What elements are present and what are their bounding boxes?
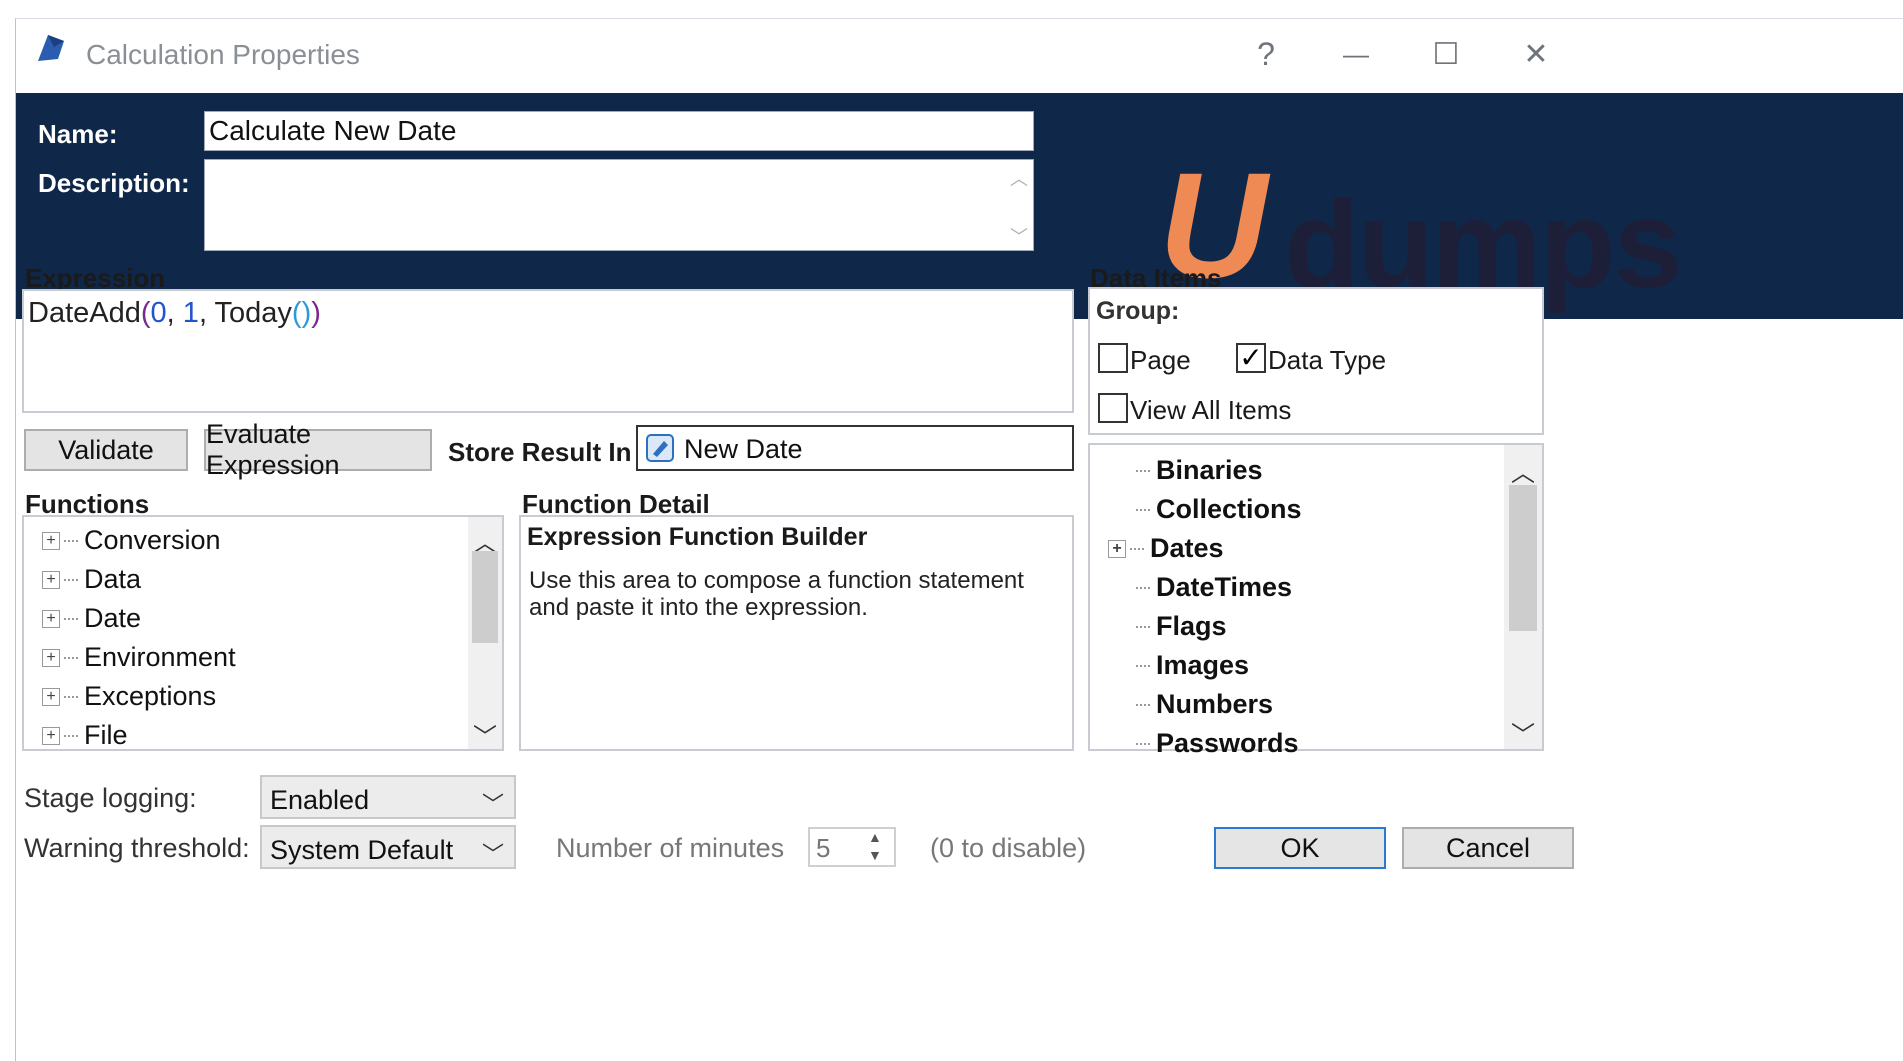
stage-logging-label: Stage logging:: [24, 783, 197, 813]
validate-button[interactable]: Validate: [24, 429, 188, 471]
tree-item[interactable]: + Conversion: [42, 525, 221, 556]
store-result-value: New Date: [684, 434, 803, 464]
page-checkbox[interactable]: [1098, 343, 1128, 373]
data-items-group-panel: Group: Page ✓ Data Type View All Items: [1088, 287, 1544, 435]
stepper-down-icon[interactable]: ▼: [868, 847, 882, 863]
functions-tree[interactable]: + Conversion + Data + Date + Environment + Ex…: [22, 515, 504, 751]
functions-scrollbar[interactable]: ︿ ﹀: [468, 517, 502, 752]
description-scroll-up-icon[interactable]: ︿: [1010, 165, 1028, 191]
expand-icon[interactable]: +: [42, 726, 60, 745]
tree-item[interactable]: + File: [42, 720, 128, 751]
expand-icon[interactable]: +: [42, 648, 60, 667]
expand-icon[interactable]: +: [42, 687, 60, 706]
function-detail-heading: Expression Function Builder: [527, 523, 868, 551]
data-type-checkbox-label: Data Type: [1268, 345, 1387, 375]
expand-icon[interactable]: +: [42, 570, 60, 589]
function-detail-panel: Expression Function Builder Use this are…: [519, 515, 1074, 751]
expand-icon[interactable]: +: [42, 531, 60, 550]
tree-item[interactable]: Numbers: [1114, 689, 1273, 720]
window-title: Calculation Properties: [86, 39, 360, 70]
stage-logging-value: Enabled: [270, 785, 370, 815]
app-logo-icon: [38, 35, 64, 61]
disable-hint: (0 to disable): [930, 833, 1087, 863]
scroll-thumb[interactable]: [1509, 485, 1537, 631]
expression-editor[interactable]: DateAdd(0, 1, Today()): [22, 289, 1074, 413]
minutes-stepper[interactable]: 5 ▲ ▼: [808, 827, 896, 867]
stage-logging-select[interactable]: Enabled ﹀: [260, 775, 516, 819]
expand-icon[interactable]: +: [42, 609, 60, 628]
scroll-up-icon[interactable]: ︿: [1504, 453, 1542, 488]
scroll-thumb[interactable]: [472, 551, 498, 643]
data-items-scrollbar[interactable]: ︿ ﹀: [1504, 445, 1542, 749]
name-input[interactable]: Calculate New Date: [204, 111, 1034, 151]
description-input[interactable]: [204, 159, 1034, 251]
checkmark-icon: ✓: [1239, 342, 1263, 373]
ok-button[interactable]: OK: [1214, 827, 1386, 869]
expand-icon[interactable]: +: [1108, 539, 1126, 558]
tree-item[interactable]: Images: [1114, 650, 1249, 681]
view-all-items-label: View All Items: [1130, 395, 1292, 425]
data-item-icon: [646, 434, 674, 462]
chevron-down-icon: ﹀: [481, 792, 504, 817]
tree-item[interactable]: Passwords: [1114, 728, 1299, 759]
group-label: Group:: [1096, 297, 1180, 325]
store-result-label: Store Result In: [448, 437, 632, 467]
description-label: Description:: [38, 168, 190, 198]
number-of-minutes-label: Number of minutes: [556, 833, 785, 863]
tree-item[interactable]: Flags: [1114, 611, 1227, 642]
function-detail-body: Use this area to compose a function stat…: [529, 567, 1024, 621]
help-button[interactable]: ?: [1236, 29, 1296, 79]
warning-threshold-label: Warning threshold:: [24, 833, 250, 863]
data-items-tree[interactable]: Binaries Collections + Dates DateTimes Fl…: [1088, 443, 1544, 758]
store-result-field[interactable]: New Date: [636, 425, 1074, 471]
evaluate-expression-button[interactable]: Evaluate Expression: [204, 419, 432, 480]
cancel-button[interactable]: Cancel: [1402, 827, 1574, 869]
chevron-down-icon: ﹀: [481, 842, 504, 867]
data-type-checkbox[interactable]: ✓: [1236, 343, 1266, 373]
tree-item[interactable]: + Environment: [42, 642, 236, 673]
minutes-value: 5: [816, 833, 831, 863]
name-label: Name:: [38, 119, 118, 149]
title-bar: Calculation Properties ? — ☐ ✕: [16, 19, 1903, 93]
calculation-properties-dialog: Calculation Properties ? — ☐ ✕ Name: Cal…: [15, 18, 1903, 1061]
description-scroll-down-icon[interactable]: ﹀: [1010, 223, 1028, 249]
tree-item[interactable]: DateTimes: [1114, 572, 1292, 603]
tree-item[interactable]: + Date: [42, 603, 141, 634]
view-all-items-checkbox[interactable]: [1098, 393, 1128, 423]
maximize-button[interactable]: ☐: [1416, 29, 1476, 79]
tree-item[interactable]: + Dates: [1108, 533, 1224, 564]
page-checkbox-label: Page: [1130, 345, 1191, 375]
scroll-down-icon[interactable]: ﹀: [468, 717, 502, 752]
minimize-button[interactable]: —: [1326, 29, 1386, 79]
tree-item[interactable]: + Data: [42, 564, 141, 595]
expression-text: DateAdd(0, 1, Today()): [28, 297, 321, 329]
tree-item[interactable]: + Exceptions: [42, 681, 216, 712]
warning-threshold-value: System Default: [270, 835, 454, 865]
warning-threshold-select[interactable]: System Default ﹀: [260, 825, 516, 869]
tree-item[interactable]: Collections: [1114, 494, 1302, 525]
scroll-down-icon[interactable]: ﹀: [1504, 715, 1542, 750]
close-button[interactable]: ✕: [1506, 29, 1566, 79]
stepper-up-icon[interactable]: ▲: [868, 829, 882, 845]
tree-item[interactable]: Binaries: [1114, 455, 1263, 486]
